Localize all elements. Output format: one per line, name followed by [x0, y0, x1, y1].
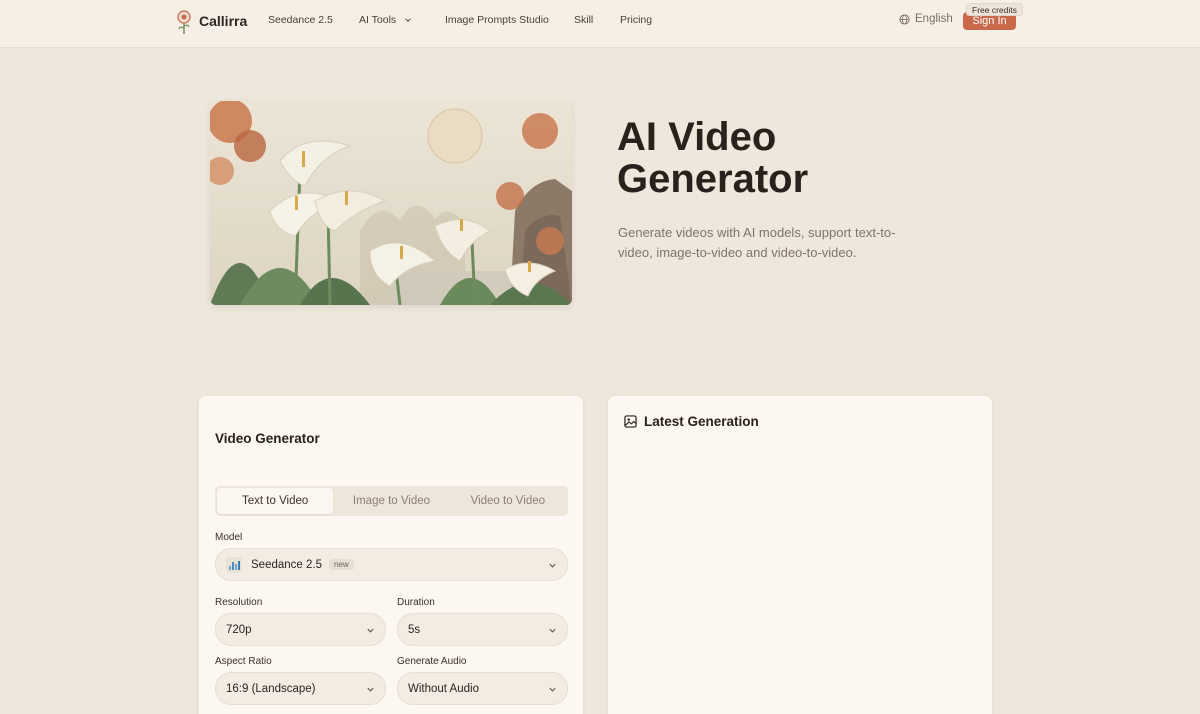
chevron-down-icon — [405, 18, 411, 23]
image-icon — [624, 415, 637, 428]
page-subtitle: Generate videos with AI models, support … — [618, 225, 896, 260]
brand-name[interactable]: Callirra — [199, 13, 247, 29]
chevron-down-icon — [367, 628, 374, 633]
resolution-label: Resolution — [215, 597, 263, 608]
generate-audio-value: Without Audio — [408, 682, 479, 695]
duration-label: Duration — [397, 597, 435, 608]
model-label: Model — [215, 532, 243, 543]
generate-audio-label: Generate Audio — [397, 656, 467, 667]
chevron-down-icon — [549, 628, 556, 633]
aspect-ratio-select[interactable]: 16:9 (Landscape) — [215, 672, 386, 705]
globe-icon — [899, 13, 910, 25]
page-title: AI Video Generator — [617, 115, 809, 201]
generate-audio-select[interactable]: Without Audio — [397, 672, 568, 705]
video-generator-panel: Video Generator Text to Video Image to V… — [198, 395, 584, 714]
aspect-ratio-value: 16:9 (Landscape) — [226, 682, 316, 695]
language-label: English — [915, 13, 953, 25]
resolution-value: 720p — [226, 623, 252, 636]
tab-video-to-video[interactable]: Video to Video — [450, 488, 566, 514]
chevron-down-icon — [549, 687, 556, 692]
nav-image-prompts-studio[interactable]: Image Prompts Studio — [445, 14, 549, 26]
chevron-down-icon — [367, 687, 374, 692]
hero-illustration — [210, 101, 572, 305]
mode-tabs: Text to Video Image to Video Video to Vi… — [215, 486, 568, 516]
nav-pricing[interactable]: Pricing — [620, 14, 652, 26]
latest-generation-title: Latest Generation — [644, 414, 759, 429]
new-badge: new — [328, 559, 354, 570]
model-icon — [226, 556, 242, 573]
nav-ai-tools-label: AI Tools — [359, 14, 397, 26]
aspect-ratio-label: Aspect Ratio — [215, 656, 272, 667]
latest-generation-header: Latest Generation — [624, 414, 759, 429]
duration-select[interactable]: 5s — [397, 613, 568, 646]
nav-seedance[interactable]: Seedance 2.5 — [268, 14, 333, 26]
tab-text-to-video[interactable]: Text to Video — [217, 488, 334, 514]
panel-title: Video Generator — [215, 431, 320, 446]
top-nav: Callirra Seedance 2.5 AI Tools Image Pro… — [0, 0, 1200, 48]
logo-icon[interactable] — [174, 8, 194, 36]
latest-generation-panel: Latest Generation — [607, 395, 993, 714]
language-switcher[interactable]: English — [899, 13, 953, 25]
nav-ai-tools[interactable]: AI Tools — [359, 14, 412, 26]
chevron-down-icon — [549, 563, 556, 568]
tab-image-to-video[interactable]: Image to Video — [333, 488, 449, 514]
free-credits-badge: Free credits — [966, 3, 1023, 16]
model-select[interactable]: Seedance 2.5 new — [215, 548, 568, 581]
nav-skill[interactable]: Skill — [574, 14, 593, 26]
model-value: Seedance 2.5 — [251, 558, 322, 571]
duration-value: 5s — [408, 623, 421, 636]
resolution-select[interactable]: 720p — [215, 613, 386, 646]
